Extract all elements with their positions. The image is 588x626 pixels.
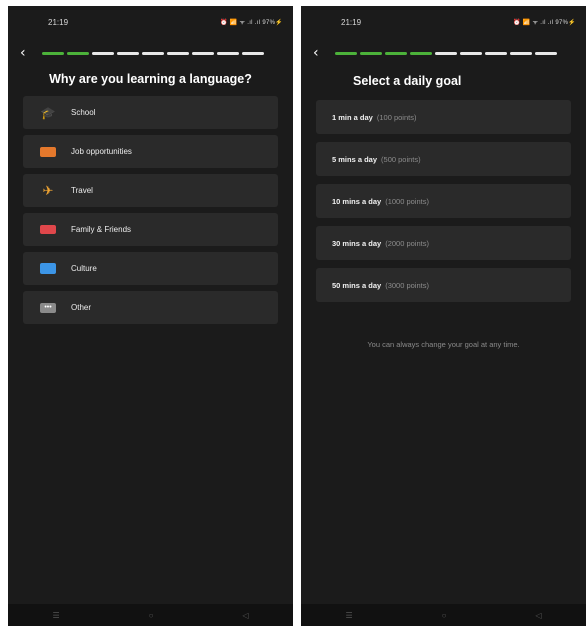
dots-icon: ••• [40, 302, 56, 313]
top-bar: ‹ [8, 38, 293, 68]
tv-icon [40, 263, 56, 274]
graduation-cap-icon: 🎓 [40, 105, 56, 120]
goal-option-30-mins[interactable]: 30 mins a day (2000 points) [316, 226, 571, 260]
option-family-friends[interactable]: Family & Friends [23, 213, 278, 246]
progress-segment [92, 51, 114, 55]
why-learning-screen: 21:19 ⏰ 📶 ᯤ .ıl .ıl 97%⚡ ‹ Why are you l… [8, 6, 293, 626]
goal-option-1-min[interactable]: 1 min a day (100 points) [316, 100, 571, 134]
back-chevron-icon[interactable]: ‹ [313, 45, 335, 61]
goal-points: (2000 points) [385, 238, 429, 248]
goal-label: 5 mins a day [332, 154, 378, 164]
option-school[interactable]: 🎓 School [23, 96, 278, 129]
option-label: Travel [71, 186, 93, 195]
goal-points: (1000 points) [385, 196, 429, 206]
home-icon[interactable]: ○ [149, 611, 154, 620]
option-label: Family & Friends [71, 225, 132, 234]
goal-label: 50 mins a day [332, 280, 382, 290]
progress-segment [67, 51, 89, 55]
page-title: Why are you learning a language? [49, 72, 252, 86]
back-icon[interactable]: ◁ [242, 611, 248, 620]
reason-list: 🎓 School Job opportunities ✈ Travel Fami… [8, 96, 293, 324]
goal-label: 10 mins a day [332, 196, 382, 206]
option-travel[interactable]: ✈ Travel [23, 174, 278, 207]
option-other[interactable]: ••• Other [23, 291, 278, 324]
goal-points: (3000 points) [385, 280, 429, 290]
option-label: Other [71, 303, 92, 312]
option-label: Culture [71, 264, 97, 273]
progress-segment [335, 51, 357, 55]
progress-segment [410, 51, 432, 55]
daily-goal-screen: 21:19 ⏰ 📶 ᯤ .ıl .ıl 97%⚡ ‹ Select a dail… [301, 6, 586, 626]
goal-label: 1 min a day [332, 112, 373, 122]
back-icon[interactable]: ◁ [535, 611, 541, 620]
option-label: School [71, 108, 96, 117]
progress-segment [167, 51, 189, 55]
android-nav-bar: ☰ ○ ◁ [301, 604, 586, 626]
progress-segment [510, 51, 532, 55]
progress-segment [142, 51, 164, 55]
status-system-icons: ⏰ 📶 ᯤ .ıl .ıl 97%⚡ [220, 20, 283, 26]
progress-segment [360, 51, 382, 55]
sofa-icon [40, 225, 56, 234]
status-bar: 21:19 ⏰ 📶 ᯤ .ıl .ıl 97%⚡ [301, 6, 586, 38]
recents-icon[interactable]: ☰ [345, 611, 352, 620]
top-bar: ‹ [301, 38, 586, 68]
option-culture[interactable]: Culture [23, 252, 278, 285]
progress-segment [460, 51, 482, 55]
option-job-opportunities[interactable]: Job opportunities [23, 135, 278, 168]
status-system-icons: ⏰ 📶 ᯤ .ıl .ıl 97%⚡ [513, 20, 576, 26]
progress-bar [42, 51, 264, 55]
status-bar: 21:19 ⏰ 📶 ᯤ .ıl .ıl 97%⚡ [8, 6, 293, 38]
progress-segment [435, 51, 457, 55]
briefcase-icon [40, 146, 56, 157]
android-nav-bar: ☰ ○ ◁ [8, 604, 293, 626]
goal-option-50-mins[interactable]: 50 mins a day (3000 points) [316, 268, 571, 302]
progress-segment [485, 51, 507, 55]
progress-bar [335, 51, 557, 55]
page-title: Select a daily goal [353, 74, 462, 88]
progress-segment [42, 51, 64, 55]
goal-option-5-mins[interactable]: 5 mins a day (500 points) [316, 142, 571, 176]
goal-list: 1 min a day (100 points) 5 mins a day (5… [301, 100, 586, 302]
goal-option-10-mins[interactable]: 10 mins a day (1000 points) [316, 184, 571, 218]
option-label: Job opportunities [71, 147, 132, 156]
progress-segment [192, 51, 214, 55]
progress-segment [535, 51, 557, 55]
recents-icon[interactable]: ☰ [52, 611, 59, 620]
progress-segment [385, 51, 407, 55]
progress-segment [217, 51, 239, 55]
status-time: 21:19 [341, 17, 362, 27]
back-chevron-icon[interactable]: ‹ [20, 45, 42, 61]
goal-label: 30 mins a day [332, 238, 382, 248]
goal-points: (500 points) [381, 154, 421, 164]
goal-points: (100 points) [376, 112, 417, 122]
home-icon[interactable]: ○ [442, 611, 447, 620]
airplane-icon: ✈ [42, 182, 54, 198]
progress-segment [117, 51, 139, 55]
progress-segment [242, 51, 264, 55]
status-time: 21:19 [48, 17, 69, 27]
goal-hint-text: You can always change your goal at any t… [367, 340, 520, 349]
